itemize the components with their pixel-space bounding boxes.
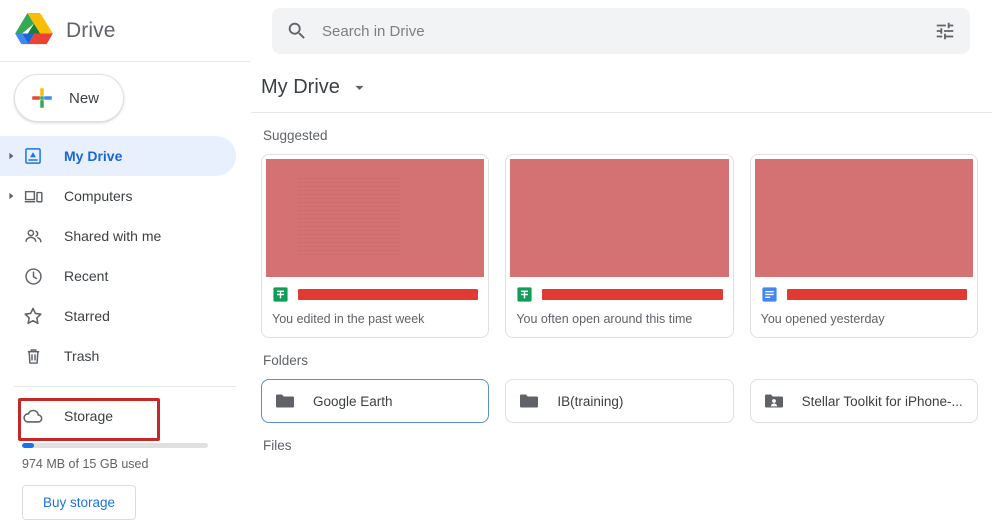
suggested-card[interactable]: You opened yesterday — [749, 154, 978, 338]
brand-area: Drive — [0, 0, 250, 62]
file-subtitle: You opened yesterday — [760, 312, 885, 326]
file-subtitle: You edited in the past week — [272, 312, 425, 326]
folders-list: Google Earth IB(training) Stellar Toolki… — [261, 379, 978, 423]
new-button-row: New — [0, 62, 250, 136]
storage-progress-track — [22, 443, 208, 448]
folder-item-google-earth[interactable]: Google Earth — [261, 379, 490, 423]
plus-icon — [29, 85, 55, 111]
folder-name: IB(training) — [557, 393, 624, 409]
file-name-row — [516, 286, 723, 303]
folders-section-title: Folders — [263, 353, 309, 368]
folder-item-ib-training[interactable]: IB(training) — [505, 379, 734, 423]
search-icon — [286, 20, 308, 42]
expand-caret-icon[interactable] — [0, 152, 22, 160]
file-name-row — [272, 286, 479, 303]
card-footer: You opened yesterday — [751, 277, 977, 337]
sidebar-item-label: Recent — [64, 268, 109, 284]
brand-title: Drive — [66, 18, 116, 42]
star-icon — [22, 305, 44, 327]
sidebar-item-label: Shared with me — [64, 228, 162, 244]
content-scroll-area[interactable]: Suggested You edited in the past week Yo… — [251, 113, 992, 524]
storage-label: Storage — [64, 408, 114, 424]
google-sheets-icon — [516, 286, 533, 303]
suggested-section-title: Suggested — [263, 128, 328, 143]
my-drive-icon — [22, 145, 44, 167]
new-button-label: New — [69, 89, 100, 107]
file-thumbnail — [754, 159, 973, 277]
google-docs-icon — [761, 286, 778, 303]
sidebar-nav: My Drive Computers Shared with me Recent… — [0, 136, 250, 376]
top-bar: Drive — [0, 0, 992, 62]
thumbnail-redaction-overlay — [510, 159, 729, 277]
google-drive-window: Drive Search in Drive New My Drive Compu… — [0, 0, 992, 524]
google-drive-logo-icon — [14, 12, 54, 49]
breadcrumb: My Drive — [251, 62, 992, 112]
google-sheets-icon — [272, 286, 289, 303]
file-thumbnail — [266, 159, 485, 277]
sidebar-item-recent[interactable]: Recent — [0, 256, 236, 296]
file-name-row — [761, 286, 967, 303]
tune-filter-icon[interactable] — [934, 20, 956, 42]
buy-storage-button[interactable]: Buy storage — [22, 485, 137, 520]
folder-name: Stellar Toolkit for iPhone-... — [801, 393, 963, 409]
folder-name: Google Earth — [313, 393, 393, 409]
folder-icon — [518, 392, 540, 410]
body: New My Drive Computers Shared with me Re… — [0, 62, 992, 524]
card-footer: You edited in the past week — [262, 277, 488, 337]
suggested-card[interactable]: You often open around this time — [505, 154, 734, 338]
search-input[interactable] — [322, 22, 934, 40]
thumbnail-redaction-overlay — [266, 159, 485, 277]
main-content: My Drive Suggested You edited in the pas… — [250, 62, 992, 524]
suggested-cards: You edited in the past week You often op… — [261, 154, 978, 338]
sidebar-item-shared-with-me[interactable]: Shared with me — [0, 216, 236, 256]
files-section-title: Files — [263, 438, 292, 453]
cloud-icon — [22, 405, 44, 427]
computers-icon — [22, 185, 44, 207]
file-name-redaction — [542, 289, 723, 300]
sidebar-item-starred[interactable]: Starred — [0, 296, 236, 336]
storage-usage-text: 974 MB of 15 GB used — [22, 457, 149, 471]
storage-progress-fill — [22, 443, 35, 448]
file-name-redaction — [298, 289, 479, 300]
file-thumbnail — [510, 159, 729, 277]
sidebar-item-label: Computers — [64, 188, 133, 204]
file-subtitle: You often open around this time — [516, 312, 693, 326]
sidebar-item-label: Trash — [64, 348, 100, 364]
sidebar-item-trash[interactable]: Trash — [0, 336, 236, 376]
storage-header[interactable]: Storage — [0, 399, 250, 433]
trash-icon — [22, 345, 44, 367]
thumbnail-redaction-overlay — [754, 159, 973, 277]
shared-with-me-icon — [22, 225, 44, 247]
chevron-down-icon[interactable] — [352, 79, 368, 95]
sidebar-item-label: My Drive — [64, 148, 123, 164]
new-button[interactable]: New — [14, 74, 125, 122]
file-name-redaction — [786, 289, 967, 300]
sidebar-item-computers[interactable]: Computers — [0, 176, 236, 216]
storage-section: Storage 974 MB of 15 GB used Buy storage — [0, 387, 250, 520]
search-bar[interactable] — [272, 8, 970, 54]
sidebar-item-label: Starred — [64, 308, 110, 324]
folder-icon — [274, 392, 296, 410]
page-title: My Drive — [261, 75, 340, 98]
card-footer: You often open around this time — [506, 277, 732, 337]
folder-item-stellar-toolkit[interactable]: Stellar Toolkit for iPhone-... — [749, 379, 978, 423]
suggested-card[interactable]: You edited in the past week — [261, 154, 490, 338]
search-area — [250, 0, 992, 62]
expand-caret-icon[interactable] — [0, 192, 22, 200]
sidebar-item-my-drive[interactable]: My Drive — [0, 136, 236, 176]
sidebar: New My Drive Computers Shared with me Re… — [0, 62, 250, 524]
clock-icon — [22, 265, 44, 287]
shared-folder-icon — [763, 392, 785, 410]
